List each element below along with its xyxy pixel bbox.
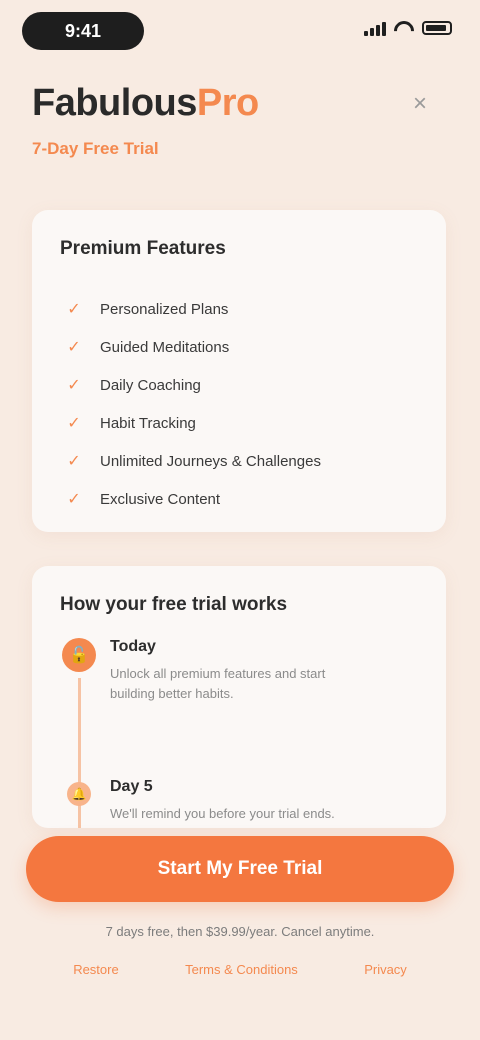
feature-label: Exclusive Content bbox=[100, 490, 221, 508]
battery-icon bbox=[422, 21, 452, 35]
terms-link[interactable]: Terms & Conditions bbox=[185, 962, 298, 977]
premium-features-card: Premium Features ✓ Personalized Plans ✓ … bbox=[32, 210, 446, 532]
status-time: 9:41 bbox=[22, 12, 144, 50]
close-icon[interactable]: × bbox=[406, 90, 434, 118]
list-item: ✓ Unlimited Journeys & Challenges bbox=[64, 442, 321, 480]
wifi-icon bbox=[394, 21, 414, 35]
check-icon: ✓ bbox=[67, 339, 81, 356]
list-item: ✓ Habit Tracking bbox=[64, 404, 321, 442]
privacy-link[interactable]: Privacy bbox=[364, 962, 407, 977]
list-item: ✓ Exclusive Content bbox=[64, 480, 321, 518]
paywall-header: Fabulous Pro 7-Day Free Trial × bbox=[32, 82, 452, 159]
cellular-signal-icon bbox=[364, 20, 386, 36]
feature-label: Guided Meditations bbox=[100, 338, 230, 356]
check-icon: ✓ bbox=[67, 301, 81, 318]
feature-label: Daily Coaching bbox=[100, 376, 201, 394]
feature-list: ✓ Personalized Plans ✓ Guided Meditation… bbox=[64, 290, 321, 518]
feature-label: Habit Tracking bbox=[100, 414, 196, 432]
list-item: ✓ Personalized Plans bbox=[64, 290, 321, 328]
step-description: Unlock all premium features and start bu… bbox=[110, 666, 326, 701]
brand-accent: Pro bbox=[196, 82, 259, 124]
footer-links: Restore Terms & Conditions Privacy bbox=[0, 962, 480, 977]
bell-icon: 🔔 bbox=[67, 782, 91, 806]
check-icon: ✓ bbox=[67, 377, 81, 394]
step-label: Today bbox=[110, 638, 156, 655]
status-icons bbox=[364, 20, 452, 36]
trial-tagline: 7-Day Free Trial bbox=[32, 139, 159, 158]
start-free-trial-button[interactable]: Start My Free Trial bbox=[26, 836, 454, 902]
restore-link[interactable]: Restore bbox=[73, 962, 119, 977]
step-label: Day 5 bbox=[110, 778, 153, 795]
step-description: We'll remind you before your trial ends. bbox=[110, 806, 335, 821]
features-title: Premium Features bbox=[60, 238, 226, 259]
feature-label: Personalized Plans bbox=[100, 300, 229, 318]
check-icon: ✓ bbox=[67, 491, 81, 508]
trial-title: How your free trial works bbox=[60, 594, 288, 615]
list-item: ✓ Daily Coaching bbox=[64, 366, 321, 404]
status-bar: 9:41 bbox=[0, 0, 480, 64]
check-icon: ✓ bbox=[67, 415, 81, 432]
list-item: ✓ Guided Meditations bbox=[64, 328, 321, 366]
brand-main: Fabulous bbox=[32, 82, 197, 124]
brand-logo: Fabulous Pro bbox=[32, 82, 452, 125]
feature-label: Unlimited Journeys & Challenges bbox=[100, 452, 321, 470]
check-icon: ✓ bbox=[67, 453, 81, 470]
pricing-fine-print: 7 days free, then $39.99/year. Cancel an… bbox=[105, 924, 375, 939]
trial-timeline-card: How your free trial works 🔓 Today Unlock… bbox=[32, 566, 446, 828]
unlock-icon: 🔓 bbox=[62, 638, 96, 672]
